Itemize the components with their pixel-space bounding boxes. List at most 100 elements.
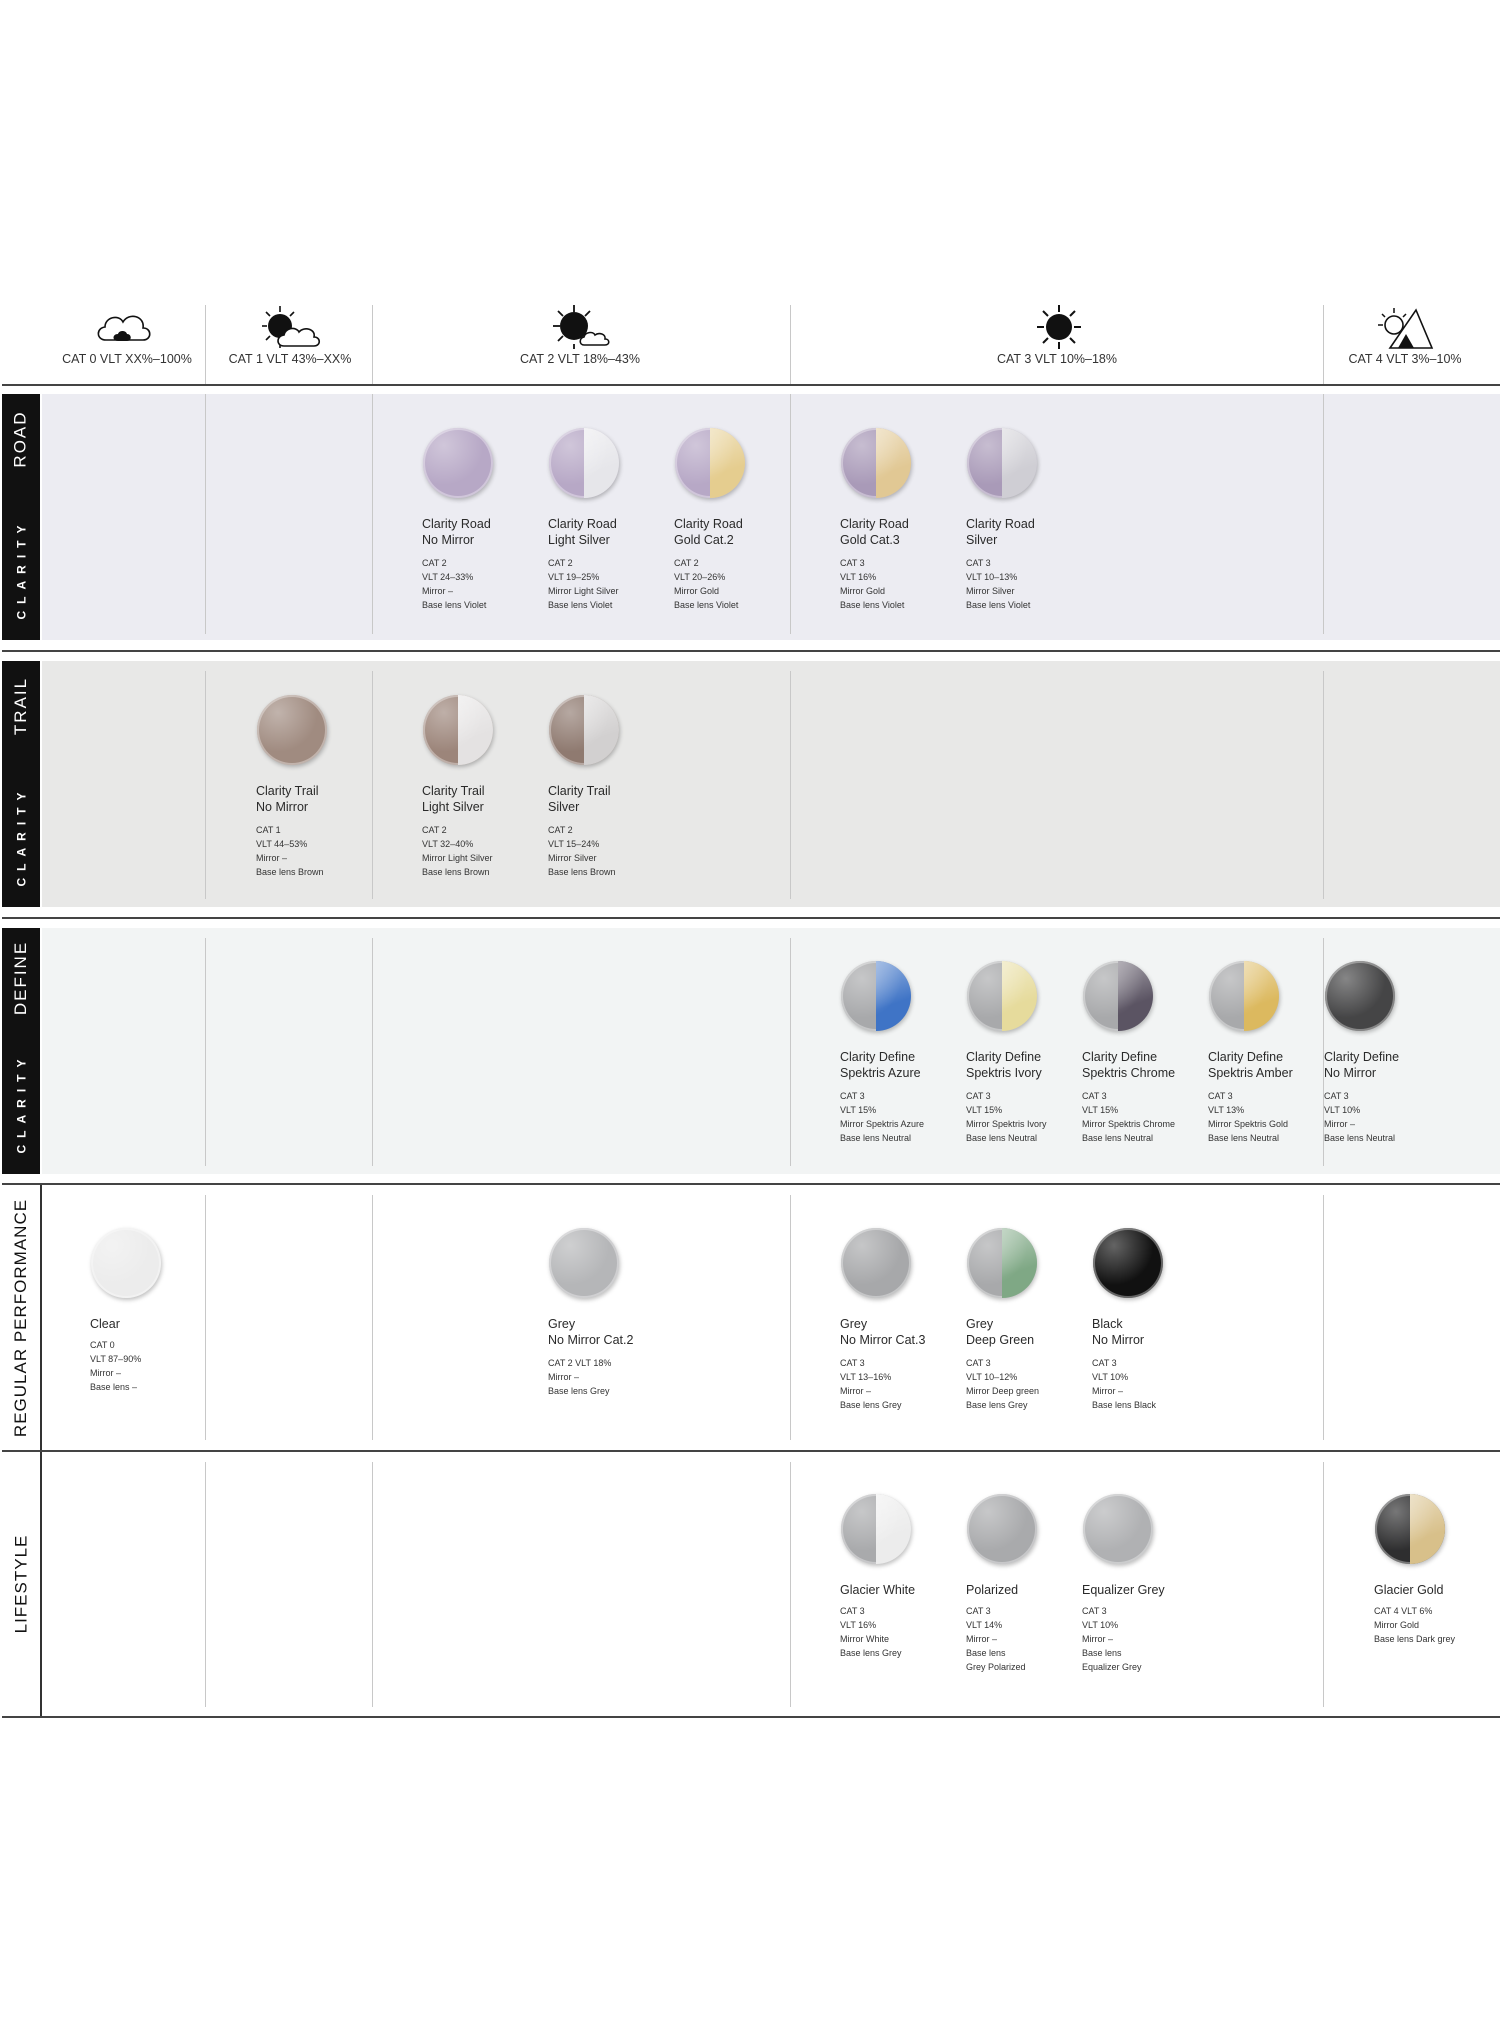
lens-spec: Grey Polarized xyxy=(966,1662,1026,1672)
lens-spec: Mirror Silver xyxy=(966,586,1015,596)
lens-spec: VLT 16% xyxy=(840,1620,877,1630)
lens-spec: VLT 10–13% xyxy=(966,572,1018,582)
lens-variant: No Mirror Cat.3 xyxy=(840,1333,926,1347)
lens-spec: Base lens Grey xyxy=(966,1400,1028,1410)
define-label: DEFINE xyxy=(11,940,30,1016)
lens-swatch xyxy=(967,428,1037,498)
lens-swatch xyxy=(423,695,493,765)
lens-sheen xyxy=(1093,1228,1163,1298)
trail-label: TRAIL xyxy=(11,676,30,736)
col-header-cat3: CAT 3 VLT 10%–18% xyxy=(997,352,1117,366)
lens-spec: CAT 3 xyxy=(840,1091,865,1101)
lens-name: Clarity Define xyxy=(1324,1050,1400,1064)
lens-variant: Spektris Amber xyxy=(1208,1066,1293,1080)
lens-spec: CAT 3 xyxy=(966,1606,991,1616)
lens-spec: Base lens Grey xyxy=(548,1386,610,1396)
lens-spec: VLT 10% xyxy=(1082,1620,1119,1630)
lens-name: Clarity Define xyxy=(1082,1050,1158,1064)
lens-swatch xyxy=(1375,1494,1445,1564)
lens-spec: Base lens Neutral xyxy=(840,1133,912,1143)
lens-spec: Mirror White xyxy=(840,1634,889,1644)
lens-spec: VLT 14% xyxy=(966,1620,1003,1630)
lens-swatch xyxy=(1093,1228,1163,1298)
lens-spec: Mirror Spektris Gold xyxy=(1208,1119,1289,1129)
lens-spec: VLT 13–16% xyxy=(840,1372,892,1382)
row-label-regular-performance: REGULAR PERFORMANCE xyxy=(2,1185,42,1450)
lens-spec: Equalizer Grey xyxy=(1082,1662,1142,1672)
lens-sheen xyxy=(1083,1494,1153,1564)
lens-spec: CAT 2 VLT 18% xyxy=(548,1358,612,1368)
lens-spec: CAT 4 VLT 6% xyxy=(1374,1606,1433,1616)
lens-sheen xyxy=(1375,1494,1445,1564)
lens-spec: Base lens Neutral xyxy=(1208,1133,1280,1143)
lens-swatch xyxy=(1083,961,1153,1031)
lens-spec: Base lens Grey xyxy=(840,1648,902,1658)
lens-spec: CAT 3 xyxy=(1208,1091,1233,1101)
lens-sheen xyxy=(423,695,493,765)
lens-swatch xyxy=(967,961,1037,1031)
clarity-label: CLARITY xyxy=(14,1052,28,1154)
lens-spec: VLT 13% xyxy=(1208,1105,1245,1115)
sun-behind-cloud-icon xyxy=(256,304,324,355)
lens-spec: Mirror Silver xyxy=(548,853,597,863)
lens-spec: Base lens xyxy=(1082,1648,1122,1658)
lens-spec: VLT 16% xyxy=(840,572,877,582)
lens-spec: VLT 44–53% xyxy=(256,839,308,849)
lens-spec: VLT 10% xyxy=(1092,1372,1129,1382)
lens-spec: CAT 2 xyxy=(548,558,573,568)
lens-swatch xyxy=(675,428,745,498)
cloud-icon xyxy=(92,306,156,351)
lens-spec: CAT 3 xyxy=(840,1606,865,1616)
lens-spec: CAT 3 xyxy=(1082,1606,1107,1616)
lens-sheen xyxy=(1209,961,1279,1031)
lens-spec: Base lens Neutral xyxy=(1082,1133,1154,1143)
lens-variant: Light Silver xyxy=(422,800,484,814)
lens-sheen xyxy=(549,1228,619,1298)
lens-sheen xyxy=(423,428,493,498)
lens-variant: Spektris Ivory xyxy=(966,1066,1042,1080)
lens-variant: Light Silver xyxy=(548,533,610,547)
lens-spec: Mirror – xyxy=(966,1634,997,1644)
lens-swatch xyxy=(423,428,493,498)
lens-variant: No Mirror Cat.2 xyxy=(548,1333,634,1347)
lens-swatch xyxy=(257,695,327,765)
lens-spec: CAT 3 xyxy=(966,1091,991,1101)
lens-spec: CAT 3 xyxy=(1324,1091,1349,1101)
lens-spec: Base lens Black xyxy=(1092,1400,1157,1410)
lens-spec: Mirror – xyxy=(1324,1119,1355,1129)
lens-spec: CAT 3 xyxy=(1082,1091,1107,1101)
lens-spec: VLT 15% xyxy=(840,1105,877,1115)
row-label-clarity-trail: TRAIL CLARITY xyxy=(2,661,40,907)
row-label-clarity-road: ROAD CLARITY xyxy=(2,394,40,640)
lens-name: Clarity Define xyxy=(840,1050,916,1064)
lens-swatch xyxy=(549,695,619,765)
lens-name: Clarity Road xyxy=(966,517,1035,531)
lens-variant: No Mirror xyxy=(256,800,309,814)
lens-spec: VLT 20–26% xyxy=(674,572,726,582)
lens-sheen xyxy=(1325,961,1395,1031)
road-band xyxy=(42,394,1500,640)
lens-name: Glacier White xyxy=(840,1583,916,1597)
lens-name: Clarity Road xyxy=(422,517,491,531)
lens-spec: Base lens Grey xyxy=(840,1400,902,1410)
lens-spec: Base lens – xyxy=(90,1382,138,1392)
lens-spec: VLT 32–40% xyxy=(422,839,474,849)
lens-swatch xyxy=(1083,1494,1153,1564)
lens-spec: Base lens Violet xyxy=(840,600,905,610)
row-label-lifestyle: LIFESTYLE xyxy=(2,1452,42,1716)
lens-spec: CAT 0 xyxy=(90,1340,115,1350)
lens-sheen xyxy=(967,961,1037,1031)
lens-sheen xyxy=(91,1228,161,1298)
lens-swatch xyxy=(1325,961,1395,1031)
lens-spec: CAT 2 xyxy=(548,825,573,835)
lens-name: Clarity Trail xyxy=(422,784,485,798)
lens-variant: Deep Green xyxy=(966,1333,1035,1347)
lens-spec: Mirror Deep green xyxy=(966,1386,1040,1396)
lens-spec: Base lens Brown xyxy=(256,867,324,877)
sun-icon xyxy=(1036,304,1082,355)
lens-name: Polarized xyxy=(966,1583,1019,1597)
lens-swatch xyxy=(549,428,619,498)
lens-spec: Mirror Gold xyxy=(1374,1620,1420,1630)
lens-spec: CAT 2 xyxy=(674,558,699,568)
lens-sheen xyxy=(841,1228,911,1298)
